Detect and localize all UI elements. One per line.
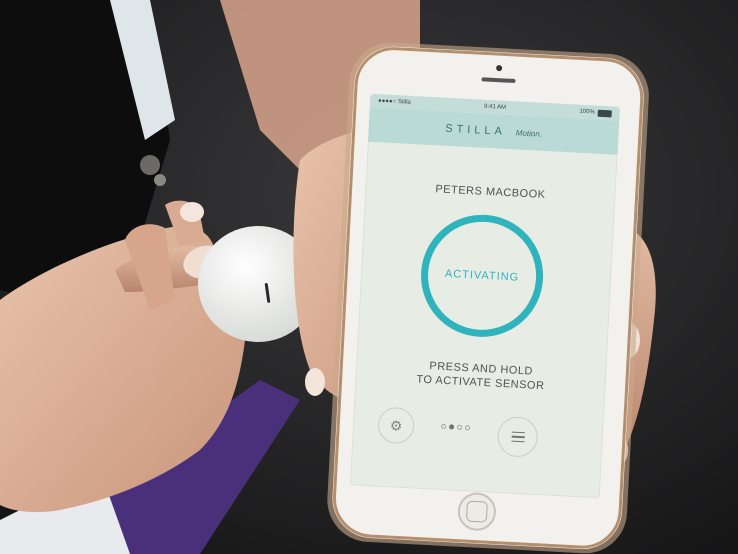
device-name: PETERS MACBOOK bbox=[435, 183, 546, 202]
battery-indicator: 100% bbox=[579, 108, 612, 117]
instruction-text: PRESS AND HOLD TO ACTIVATE SENSOR bbox=[355, 355, 606, 396]
hamburger-menu-icon-bar bbox=[510, 440, 524, 443]
activation-status: ACTIVATING bbox=[444, 267, 520, 284]
gear-icon: ⚙ bbox=[389, 416, 403, 434]
menu-button[interactable] bbox=[496, 415, 539, 458]
page-indicator bbox=[440, 423, 471, 431]
hamburger-menu-icon bbox=[511, 431, 525, 434]
settings-button[interactable]: ⚙ bbox=[377, 406, 416, 445]
battery-icon bbox=[597, 109, 612, 117]
battery-percent: 100% bbox=[579, 108, 595, 116]
hamburger-menu-icon-bar bbox=[511, 435, 525, 438]
page-dot[interactable] bbox=[456, 424, 463, 430]
page-dot[interactable] bbox=[440, 423, 447, 430]
phone-screen: ●●●●○ Stilla 9:41 AM 100% STILLA Motion.… bbox=[349, 93, 621, 499]
brand-logo: STILLA bbox=[444, 122, 507, 138]
page-dot-active[interactable] bbox=[448, 424, 455, 430]
photo-scene: ●●●●○ Stilla 9:41 AM 100% STILLA Motion.… bbox=[0, 0, 738, 554]
clock: 9:41 AM bbox=[483, 103, 507, 111]
mode-label: Motion. bbox=[515, 127, 543, 139]
page-dot[interactable] bbox=[464, 425, 471, 431]
carrier-label: ●●●●○ Stilla bbox=[377, 98, 411, 106]
activation-ring[interactable]: ACTIVATING bbox=[417, 211, 547, 340]
